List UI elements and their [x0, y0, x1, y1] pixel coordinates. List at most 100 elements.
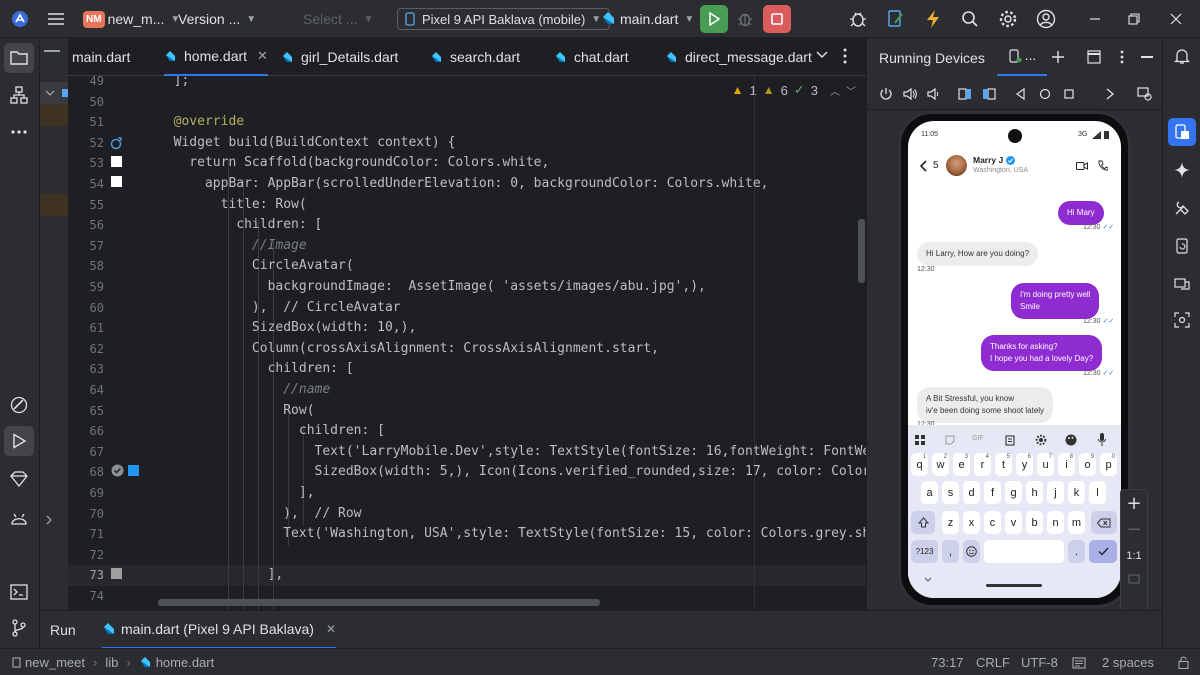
key-p[interactable]: p0 — [1100, 453, 1117, 476]
project-tree-row[interactable] — [40, 104, 68, 126]
back-triangle-icon[interactable] — [1015, 88, 1027, 100]
terminal-tool-button[interactable] — [4, 577, 34, 607]
version-control-menu[interactable]: Version ... ▼ — [178, 0, 256, 38]
settings-button[interactable] — [996, 7, 1020, 31]
screen-capture-icon[interactable] — [1137, 87, 1152, 101]
zoom-in-button[interactable]: + — [1121, 492, 1147, 516]
apply-changes-button[interactable] — [884, 7, 908, 31]
restore-window-button[interactable] — [1122, 7, 1146, 31]
chevron-right-icon[interactable] — [1105, 88, 1115, 100]
file-encoding[interactable]: UTF-8 — [1021, 649, 1058, 675]
power-icon[interactable] — [879, 87, 893, 101]
shift-key[interactable] — [911, 511, 935, 534]
home-circle-icon[interactable] — [1039, 88, 1051, 100]
apps-grid-icon[interactable] — [915, 435, 925, 445]
breadcrumb-file[interactable]: home.dart — [156, 655, 215, 670]
key-n[interactable]: n — [1047, 511, 1064, 534]
close-run-tab-icon[interactable]: ✕ — [326, 622, 336, 636]
message-bubble-incoming[interactable]: A Bit Stressful, you know iv'e been doin… — [917, 387, 1054, 423]
key-r[interactable]: r4 — [974, 453, 991, 476]
editor-more-icon[interactable] — [843, 48, 847, 64]
key-f[interactable]: f — [984, 481, 1001, 504]
volume-up-icon[interactable] — [903, 87, 917, 101]
close-window-button[interactable] — [1164, 7, 1188, 31]
caret-position[interactable]: 73:17 — [931, 649, 964, 675]
tab-search-dart[interactable]: search.dart — [430, 38, 520, 76]
rotate-right-icon[interactable] — [982, 87, 996, 101]
microphone-icon[interactable] — [1098, 433, 1106, 446]
close-tab-icon[interactable]: ✕ — [257, 48, 268, 64]
key-b[interactable]: b — [1026, 511, 1043, 534]
flutter-performance-button[interactable] — [4, 390, 34, 420]
clipboard-icon[interactable] — [1005, 434, 1015, 446]
color-swatch-white[interactable] — [111, 156, 122, 167]
project-tree-row[interactable] — [40, 194, 68, 216]
add-device-icon[interactable] — [1051, 50, 1065, 64]
chevron-right-icon[interactable] — [44, 515, 54, 525]
gemini-assistant-button[interactable] — [1168, 156, 1196, 184]
key-g[interactable]: g — [1005, 481, 1022, 504]
flutter-inspector-button[interactable] — [846, 7, 870, 31]
message-bubble-outgoing[interactable]: Hi Mary — [1058, 201, 1104, 225]
code-area[interactable]: ]; @override Widget build(BuildContext c… — [158, 76, 866, 610]
key-m[interactable]: m — [1068, 511, 1085, 534]
key-k[interactable]: k — [1068, 481, 1085, 504]
device-selector[interactable]: Pixel 9 API Baklava (mobile) ▼ — [397, 8, 611, 30]
android-tool-button[interactable] — [4, 503, 34, 533]
key-h[interactable]: h — [1026, 481, 1043, 504]
run-button[interactable] — [700, 5, 728, 33]
run-tool-button[interactable] — [4, 426, 34, 456]
structure-tool-button[interactable] — [4, 80, 34, 110]
verified-icon[interactable] — [111, 464, 124, 477]
zoom-out-button[interactable]: − — [1121, 518, 1147, 542]
sticker-icon[interactable] — [945, 435, 955, 445]
key-c[interactable]: c — [984, 511, 1001, 534]
period-key[interactable]: . — [1068, 540, 1085, 563]
minimize-panel-icon[interactable] — [44, 50, 60, 52]
lock-icon[interactable] — [1178, 649, 1189, 675]
format-icon[interactable] — [1072, 649, 1086, 675]
layout-inspector-button[interactable] — [1168, 306, 1196, 334]
device-explorer-button[interactable] — [1168, 232, 1196, 260]
panel-layout-icon[interactable] — [1087, 50, 1101, 64]
key-e[interactable]: e3 — [953, 453, 970, 476]
palette-icon[interactable] — [1065, 434, 1077, 446]
volume-down-icon[interactable] — [926, 87, 940, 101]
main-menu-icon[interactable] — [44, 7, 68, 31]
emulator-button[interactable] — [1168, 270, 1196, 298]
enter-key[interactable] — [1089, 540, 1117, 563]
stop-button[interactable] — [763, 5, 791, 33]
project-tree-selected-row[interactable] — [40, 82, 68, 104]
key-d[interactable]: d — [963, 481, 980, 504]
overview-square-icon[interactable] — [1063, 88, 1075, 100]
select-target-dropdown[interactable]: Select ... ▼ — [303, 0, 373, 38]
gesture-bar[interactable] — [986, 584, 1042, 587]
key-v[interactable]: v — [1005, 511, 1022, 534]
panel-more-icon[interactable] — [1120, 50, 1124, 64]
fit-screen-icon[interactable] — [1128, 574, 1140, 584]
tab-girl-details-dart[interactable]: girl_Details.dart — [281, 38, 398, 76]
key-i[interactable]: i8 — [1058, 453, 1075, 476]
hide-keyboard-chevron-icon[interactable] — [924, 577, 932, 583]
color-swatch-blue[interactable] — [128, 465, 139, 476]
message-bubble-outgoing[interactable]: Thanks for asking? I hope you had a love… — [981, 335, 1103, 371]
more-tools-button[interactable] — [4, 117, 34, 147]
key-j[interactable]: j — [1047, 481, 1064, 504]
back-arrow-icon[interactable] — [919, 160, 927, 172]
running-devices-tool-button[interactable] — [1168, 118, 1196, 146]
indent-setting[interactable]: 2 spaces — [1102, 649, 1154, 675]
project-switcher[interactable]: NM new_m... ▼ — [83, 0, 180, 38]
account-button[interactable] — [1034, 7, 1058, 31]
key-z[interactable]: z — [942, 511, 959, 534]
gif-button[interactable]: GIF — [972, 435, 984, 442]
message-bubble-incoming[interactable]: Hi Larry, How are you doing? — [917, 242, 1039, 266]
key-w[interactable]: w2 — [932, 453, 949, 476]
emoji-key[interactable] — [963, 540, 980, 563]
project-tool-button[interactable] — [4, 43, 34, 73]
vertical-scrollbar-thumb[interactable] — [858, 219, 865, 283]
key-o[interactable]: o9 — [1079, 453, 1096, 476]
debug-button[interactable] — [733, 7, 757, 31]
phone-call-icon[interactable] — [1098, 160, 1108, 171]
tab-chat-dart[interactable]: chat.dart — [554, 38, 628, 76]
tab-list-chevron-icon[interactable] — [816, 50, 828, 60]
